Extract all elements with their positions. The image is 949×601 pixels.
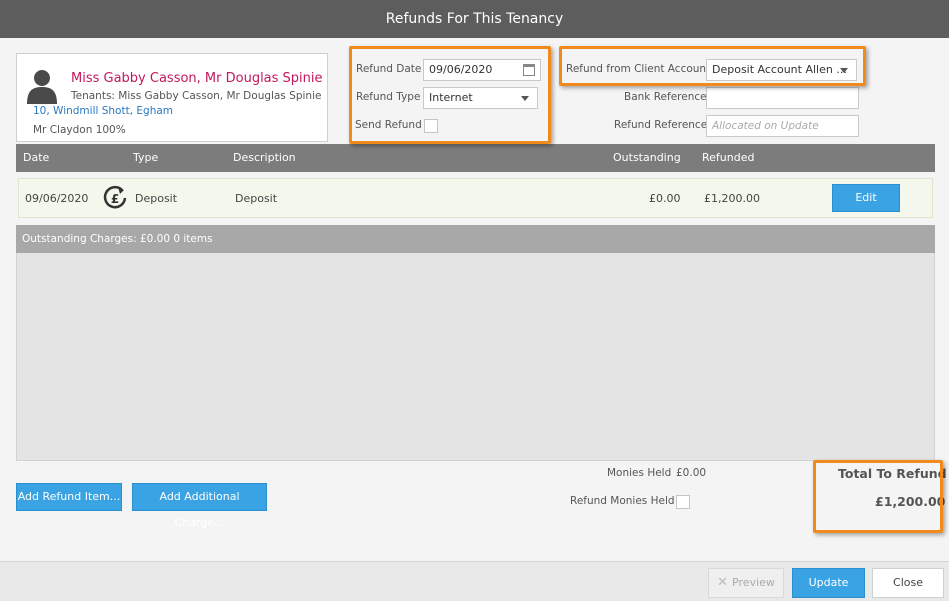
chevron-down-icon [521, 96, 529, 101]
bank-reference-input[interactable] [706, 87, 859, 109]
calendar-icon[interactable] [523, 64, 535, 76]
update-button[interactable]: Update [792, 568, 865, 598]
tenant-card: Miss Gabby Casson, Mr Douglas Spinie Ten… [16, 53, 328, 142]
total-to-refund-value: £1,200.00 [875, 494, 946, 509]
refund-type-label: Refund Type [356, 91, 421, 103]
column-header-refunded[interactable]: Refunded [702, 151, 754, 164]
dialog-title: Refunds For This Tenancy [0, 0, 949, 38]
refund-date-field[interactable]: 09/06/2020 [423, 59, 541, 81]
refund-monies-held-checkbox[interactable] [676, 495, 690, 509]
send-refund-label: Send Refund [355, 119, 422, 131]
add-refund-item-button[interactable]: Add Refund Item... [16, 483, 122, 511]
refund-reference-input[interactable]: Allocated on Update [706, 115, 859, 137]
client-account-label: Refund from Client Account [566, 63, 711, 75]
preview-label: Preview [732, 576, 775, 589]
property-address-link[interactable]: 10, Windmill Shott, Egham [33, 105, 173, 117]
landlord-share: Mr Claydon 100% [33, 124, 126, 136]
table-row[interactable]: 09/06/2020 £ Deposit Deposit £0.00 £1,20… [18, 178, 933, 218]
monies-held-label: Monies Held [607, 467, 672, 479]
row-type: Deposit [135, 192, 178, 205]
outstanding-charges-list [16, 253, 935, 461]
client-account-select[interactable]: Deposit Account Allen ... [706, 59, 857, 81]
monies-held-value: £0.00 [676, 467, 707, 479]
tenant-name-link[interactable]: Miss Gabby Casson, Mr Douglas Spinie [71, 71, 323, 86]
tenants-line: Tenants: Miss Gabby Casson, Mr Douglas S… [71, 90, 322, 102]
row-date: 09/06/2020 [25, 192, 89, 205]
refund-date-value: 09/06/2020 [429, 63, 493, 76]
column-header-outstanding[interactable]: Outstanding [613, 151, 681, 164]
column-header-description[interactable]: Description [233, 151, 296, 164]
client-account-value: Deposit Account Allen ... [712, 63, 847, 76]
bank-reference-label: Bank Reference [624, 91, 707, 103]
edit-button[interactable]: Edit [832, 184, 900, 212]
refund-type-value: Internet [429, 91, 473, 104]
svg-text:£: £ [111, 192, 119, 206]
close-icon: ✕ [717, 575, 729, 590]
grid-header: Date Type Description Outstanding Refund… [16, 144, 935, 172]
refund-type-select[interactable]: Internet [423, 87, 538, 109]
close-button[interactable]: Close [872, 568, 944, 598]
row-outstanding: £0.00 [649, 192, 681, 205]
outstanding-charges-bar: Outstanding Charges: £0.00 0 items [16, 225, 935, 253]
pound-refund-icon: £ [103, 185, 127, 209]
dialog-footer: ✕ Preview Update Close [0, 561, 949, 601]
column-header-type[interactable]: Type [133, 151, 158, 164]
row-refunded: £1,200.00 [704, 192, 760, 205]
person-silhouette-icon [27, 70, 57, 104]
row-description: Deposit [235, 192, 278, 205]
add-additional-charge-button[interactable]: Add Additional Charge... [132, 483, 267, 529]
refund-reference-label: Refund Reference [614, 119, 708, 131]
refund-reference-placeholder: Allocated on Update [712, 120, 819, 132]
preview-button[interactable]: ✕ Preview [708, 568, 784, 598]
refund-date-label: Refund Date [356, 63, 422, 75]
refund-monies-held-label: Refund Monies Held [570, 495, 675, 507]
column-header-date[interactable]: Date [23, 151, 49, 164]
total-to-refund-label: Total To Refund [838, 466, 947, 481]
send-refund-checkbox[interactable] [424, 119, 438, 133]
chevron-down-icon [840, 68, 848, 73]
